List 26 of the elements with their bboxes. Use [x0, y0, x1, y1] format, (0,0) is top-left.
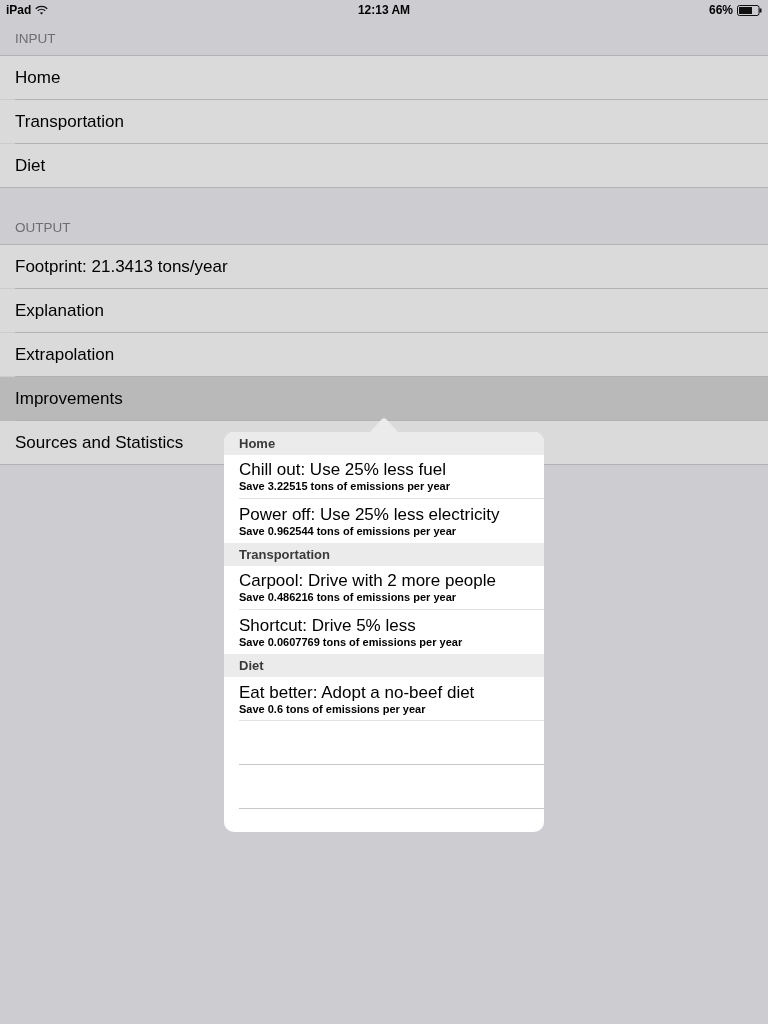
list-item[interactable]: Footprint: 21.3413 tons/year: [0, 245, 768, 289]
improvement-detail: Save 0.6 tons of emissions per year: [239, 702, 426, 716]
battery-icon: [737, 4, 762, 16]
list-item[interactable]: Explanation: [0, 289, 768, 333]
section-header: OUTPUT: [15, 220, 71, 236]
improvement-detail: Save 0.962544 tons of emissions per year: [239, 524, 457, 538]
popover-section-header: Diet: [224, 654, 544, 677]
battery-percentage: 66%: [708, 3, 733, 17]
improvement-detail: Save 0.0607769 tons of emissions per year: [239, 635, 463, 649]
improvement-detail: Save 3.22515 tons of emissions per year: [239, 480, 450, 493]
list-item[interactable]: Improvements: [0, 377, 768, 421]
section-header: INPUT: [15, 31, 56, 47]
improvement-title[interactable]: Carpool: Drive with 2 more people: [239, 571, 496, 590]
list-item[interactable]: Extrapolation: [0, 333, 768, 377]
list-item[interactable]: Diet: [0, 144, 768, 187]
list-item[interactable]: Transportation: [0, 100, 768, 144]
popover-section-header: Transportation: [224, 543, 544, 566]
list-item[interactable]: Home: [0, 56, 768, 100]
status-time: 12:13 AM: [357, 3, 411, 17]
improvement-title[interactable]: Shortcut: Drive 5% less: [239, 615, 416, 635]
improvement-detail: Save 0.486216 tons of emissions per year: [239, 591, 457, 604]
improvement-title[interactable]: Power off: Use 25% less electricity: [239, 504, 500, 524]
improvement-title[interactable]: Eat better: Adopt a no-beef diet: [239, 682, 475, 702]
device-name: iPad: [6, 3, 32, 17]
wifi-icon: [35, 5, 49, 15]
popover-arrow-icon: [370, 418, 398, 432]
